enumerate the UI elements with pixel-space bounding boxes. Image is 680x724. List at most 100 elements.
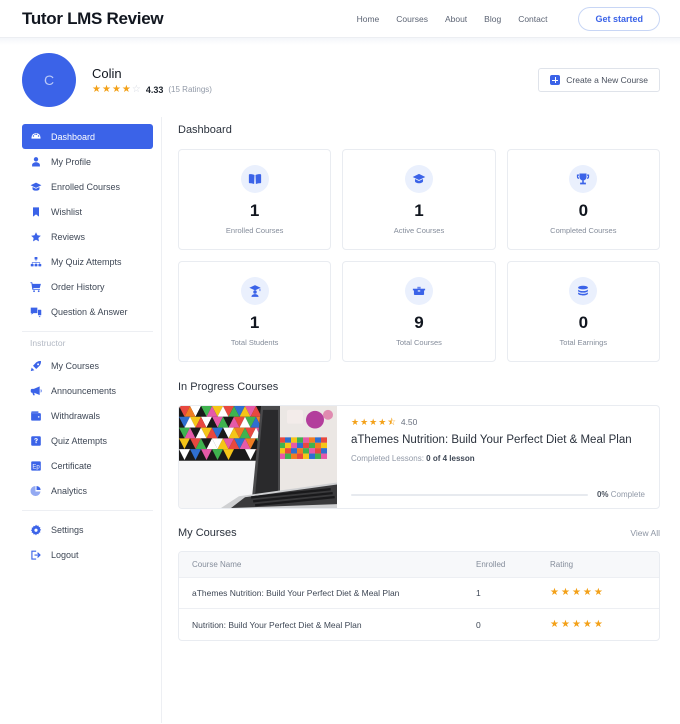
sidebar-item-wishlist[interactable]: Wishlist xyxy=(22,199,153,224)
sidebar-item-logout[interactable]: Logout xyxy=(22,542,153,567)
main-content: Dashboard 1 Enrolled Courses 1 Active Cours… xyxy=(178,117,660,723)
course-card-body: ★ ★ ★ ★ ⯪ 4.50 aThemes Nutrition: Build Your… xyxy=(337,406,659,508)
svg-text:Ep: Ep xyxy=(32,464,40,470)
sidebar-item-analytics[interactable]: Analytics xyxy=(22,478,153,503)
cell-enrolled: 0 xyxy=(476,619,481,630)
sidebar-item-reviews[interactable]: Reviews xyxy=(22,224,153,249)
progress-label: 0% Complete xyxy=(597,490,645,499)
sidebar-item-label: Reviews xyxy=(51,231,86,242)
nav-link-about[interactable]: About xyxy=(445,14,467,24)
star-rating-icon: ★ ★ ★ ★ ☆ xyxy=(92,83,141,95)
in-progress-section: In Progress Courses ★ ★ ★ ★ ⯪ 4.50 aThem… xyxy=(178,381,660,509)
sidebar-item-my-quiz-attempts[interactable]: My Quiz Attempts xyxy=(22,249,153,274)
completed-lessons-value: 0 of 4 lesson xyxy=(426,454,475,463)
sidebar-item-my-profile[interactable]: My Profile xyxy=(22,149,153,174)
sidebar-item-dashboard[interactable]: Dashboard xyxy=(22,124,153,149)
in-progress-course-card[interactable]: ★ ★ ★ ★ ⯪ 4.50 aThemes Nutrition: Build Your… xyxy=(178,405,660,509)
sidebar-item-announcements[interactable]: Announcements xyxy=(22,378,153,403)
star-filled-icon: ★ xyxy=(571,587,581,598)
avatar[interactable]: C xyxy=(22,53,76,107)
stat-card[interactable]: 1 Total Students xyxy=(178,261,332,362)
site-header: Tutor LMS Review Home Courses About Blog… xyxy=(0,0,680,38)
graduation-cap-icon xyxy=(30,181,42,193)
stat-card[interactable]: 9 Total Courses xyxy=(342,261,496,362)
sidebar-item-label: Quiz Attempts xyxy=(51,435,108,446)
course-rating-value: 4.50 xyxy=(400,417,418,427)
sitemap-icon xyxy=(30,256,42,268)
quiz-icon xyxy=(30,435,42,447)
completed-lessons-label: Completed Lessons: xyxy=(351,454,424,463)
nav-link-home[interactable]: Home xyxy=(357,14,380,24)
stat-card[interactable]: 1 Enrolled Courses xyxy=(178,149,332,250)
star-rating-icon: ★ ★ ★ ★ ★ xyxy=(550,588,646,598)
cart-icon xyxy=(30,281,42,293)
view-all-link[interactable]: View All xyxy=(630,528,660,538)
megaphone-icon xyxy=(30,385,42,397)
table-row[interactable]: Nutrition: Build Your Perfect Diet & Mea… xyxy=(179,609,659,640)
stat-card[interactable]: 0 Completed Courses xyxy=(506,149,660,250)
my-courses-table: Course Name Enrolled Rating aThemes Nutr… xyxy=(178,551,660,641)
progress-row: 0% Complete xyxy=(351,490,645,499)
cell-course-name: aThemes Nutrition: Build Your Perfect Di… xyxy=(192,588,400,598)
create-new-course-button[interactable]: Create a New Course xyxy=(538,68,660,92)
sidebar-item-question-answer[interactable]: Question & Answer xyxy=(22,299,153,324)
table-row[interactable]: aThemes Nutrition: Build Your Perfect Di… xyxy=(179,578,659,609)
sidebar-item-order-history[interactable]: Order History xyxy=(22,274,153,299)
cell-rating: ★ ★ ★ ★ ★ xyxy=(550,618,646,630)
sidebar-divider-1 xyxy=(22,331,153,332)
rating-count: (15 Ratings) xyxy=(168,85,212,94)
star-filled-icon: ★ xyxy=(560,587,570,598)
sidebar-item-enrolled-courses[interactable]: Enrolled Courses xyxy=(22,174,153,199)
stat-card[interactable]: 1 Active Courses xyxy=(342,149,496,250)
table-body: aThemes Nutrition: Build Your Perfect Di… xyxy=(179,578,659,640)
laptop-photo xyxy=(179,406,337,508)
stat-value: 9 xyxy=(414,312,424,332)
nav-link-blog[interactable]: Blog xyxy=(484,14,501,24)
sidebar-item-certificate[interactable]: Ep Certificate xyxy=(22,453,153,478)
in-progress-title: In Progress Courses xyxy=(178,381,279,393)
rating-value: 4.33 xyxy=(145,84,164,95)
trophy-icon xyxy=(569,164,598,193)
stat-label: Active Courses xyxy=(393,225,445,235)
stat-value: 1 xyxy=(414,200,424,220)
my-courses-section: My Courses View All Course Name Enrolled… xyxy=(178,527,660,641)
page-title: Dashboard xyxy=(178,124,232,136)
sidebar-item-quiz-attempts[interactable]: Quiz Attempts xyxy=(22,428,153,453)
nav-link-contact[interactable]: Contact xyxy=(518,14,547,24)
sidebar-item-label: Wishlist xyxy=(51,206,82,217)
dashboard-icon xyxy=(30,131,42,143)
progress-complete-text: Complete xyxy=(610,490,645,499)
brand-logo[interactable]: Tutor LMS Review xyxy=(22,9,164,29)
star-filled-icon: ★ xyxy=(593,587,603,598)
stat-label: Completed Courses xyxy=(550,225,617,235)
star-filled-icon: ★ xyxy=(571,618,581,630)
stat-label: Total Courses xyxy=(396,337,442,347)
star-filled-icon: ★ xyxy=(550,587,559,598)
sidebar-item-label: Logout xyxy=(51,549,79,560)
pie-chart-icon xyxy=(30,485,42,497)
stat-label: Total Students xyxy=(230,337,279,347)
sidebar-item-withdrawals[interactable]: Withdrawals xyxy=(22,403,153,428)
stat-card[interactable]: 0 Total Earnings xyxy=(506,261,660,362)
main-nav: Home Courses About Blog Contact Get star… xyxy=(357,6,660,31)
sidebar-main-group: Dashboard My Profile Enrolled Courses Wishl… xyxy=(22,124,153,324)
sidebar-item-my-courses[interactable]: My Courses xyxy=(22,353,153,378)
nav-link-courses[interactable]: Courses xyxy=(396,14,428,24)
student-icon xyxy=(240,276,269,305)
sidebar-group-label-instructor: Instructor xyxy=(30,338,66,348)
star-filled-icon: ★ xyxy=(582,618,592,630)
my-courses-title: My Courses xyxy=(178,527,237,539)
sidebar-item-settings[interactable]: Settings xyxy=(22,517,153,542)
course-title[interactable]: aThemes Nutrition: Build Your Perfect Di… xyxy=(351,434,645,446)
star-filled-icon: ★ xyxy=(560,618,570,630)
progress-bar xyxy=(351,493,588,496)
column-header-enrolled: Enrolled xyxy=(476,560,506,569)
courses-icon xyxy=(404,276,433,305)
star-half-icon: ⯪ xyxy=(387,416,396,427)
get-started-button[interactable]: Get started xyxy=(578,6,660,31)
star-icon xyxy=(30,231,42,243)
certificate-icon: Ep xyxy=(30,460,42,472)
profile-rating: ★ ★ ★ ★ ☆ 4.33 (15 Ratings) xyxy=(92,83,212,95)
star-filled-icon: ★ xyxy=(111,83,121,95)
sidebar-item-label: My Courses xyxy=(51,360,100,371)
